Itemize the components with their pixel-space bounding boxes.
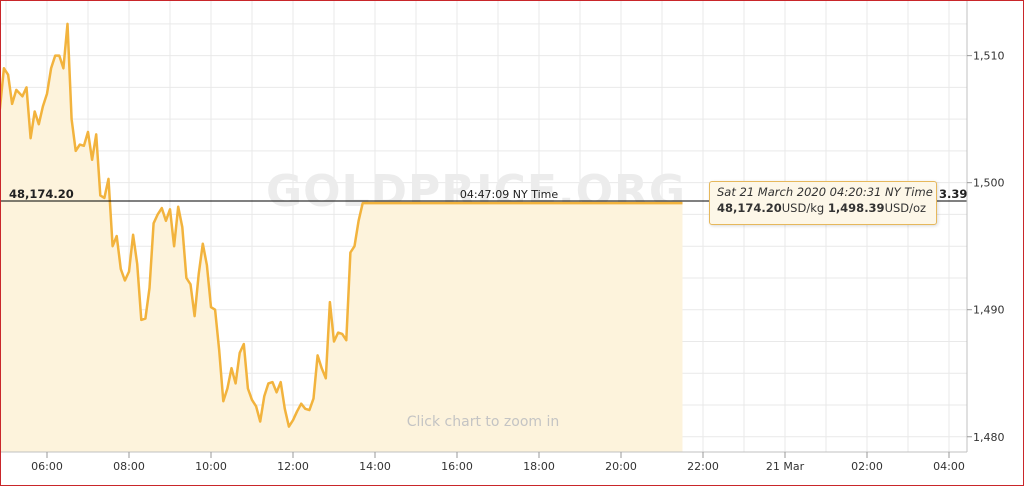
crosshair-left-price: 48,174.20 [9,187,74,201]
crosshair-time-label: 04:47:09 NY Time [460,188,558,201]
tooltip-kg-value: 48,174.20 [717,201,782,215]
x-tick-label: 18:00 [523,460,555,473]
x-tick-label: 16:00 [441,460,473,473]
y-tick-label: 1,480 [973,431,1005,444]
tooltip-values: 48,174.20USD/kg 1,498.39USD/oz [717,201,929,215]
gold-price-chart[interactable]: GOLDPRICE.ORG 48,174.20 04:47:09 NY Time… [1,1,1023,485]
tooltip-oz-unit: USD/oz [884,201,927,215]
x-tick-label: 08:00 [113,460,145,473]
x-tick-label: 02:00 [851,460,883,473]
x-tick-label: 12:00 [277,460,309,473]
y-tick-label: 1,500 [973,177,1005,190]
y-axis-ticks: 1,480 1,490 1,500 1,510 [967,50,1005,444]
y-tick-label: 1,490 [973,304,1005,317]
x-tick-label: 04:00 [933,460,965,473]
x-tick-label: 10:00 [195,460,227,473]
zoom-hint-text: Click chart to zoom in [407,414,560,430]
price-tooltip: Sat 21 March 2020 04:20:31 NY Time 48,17… [709,181,937,225]
y-tick-label: 1,510 [973,50,1005,63]
tooltip-datetime: Sat 21 March 2020 04:20:31 NY Time [717,185,933,199]
x-tick-label: 22:00 [687,460,719,473]
tooltip-oz-value: 1,498.39 [827,201,885,215]
x-tick-label: 21 Mar [766,460,805,473]
x-tick-label: 06:00 [31,460,63,473]
chart-frame: GOLDPRICE.ORG 48,174.20 04:47:09 NY Time… [0,0,1024,486]
x-tick-label: 14:00 [359,460,391,473]
x-tick-label: 20:00 [605,460,637,473]
x-axis-ticks: 06:00 08:00 10:00 12:00 14:00 16:00 18:00 20:00… [31,452,965,473]
tooltip-kg-unit: USD/kg [781,201,825,215]
crosshair-right-price: 3.39 [939,187,967,201]
